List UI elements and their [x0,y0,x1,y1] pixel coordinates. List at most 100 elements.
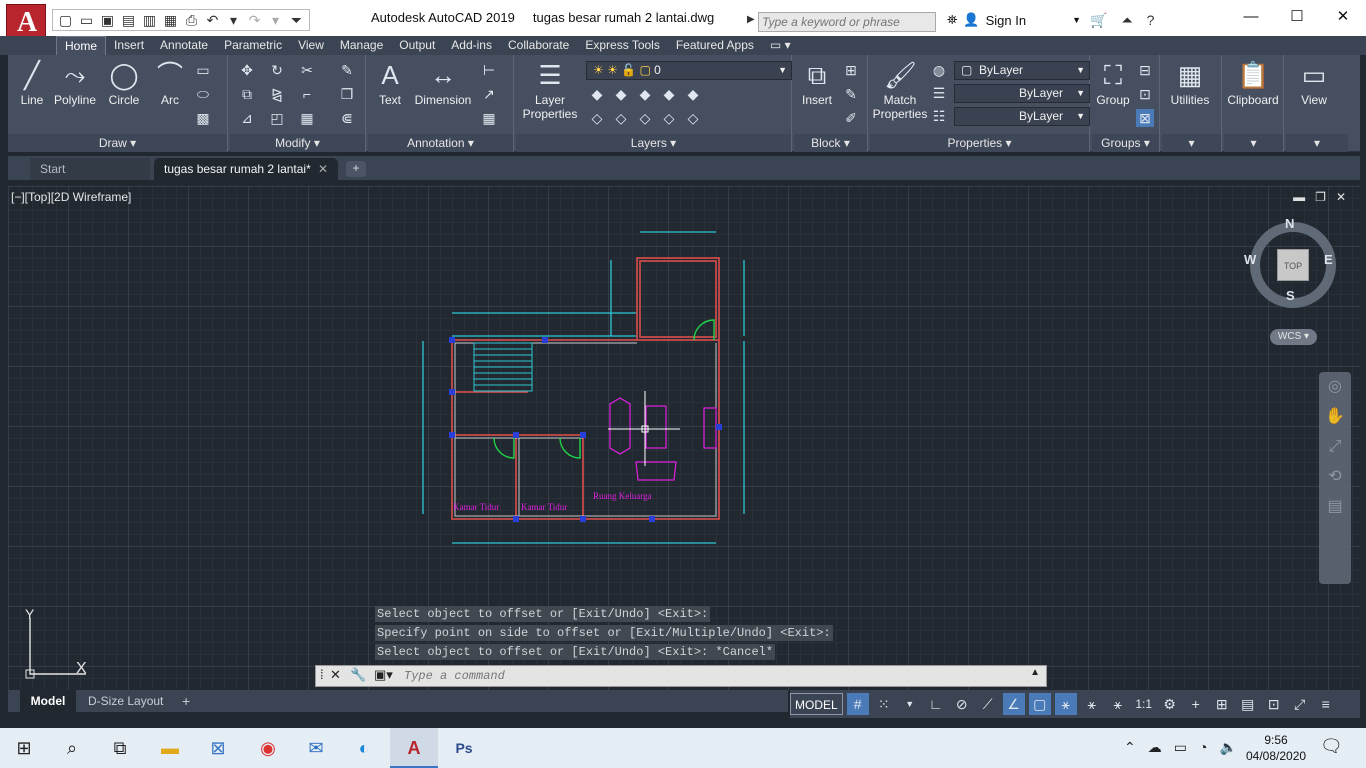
viewcube[interactable]: TOP N S W E [1244,216,1336,308]
ungroup-icon[interactable]: ⊟ [1136,61,1154,79]
layer-unlock-icon[interactable]: ◇ [660,109,678,127]
save-as-icon[interactable]: ▤ [120,12,137,28]
tab-parametric[interactable]: Parametric [216,36,290,55]
explode-icon[interactable]: ❒ [338,85,356,103]
compass-north[interactable]: N [1285,216,1294,231]
file-explorer-icon[interactable]: ▬ [146,728,194,768]
match-properties-button[interactable]: 🖌 Match Properties [872,59,928,121]
volume-icon[interactable]: 🔈 [1219,739,1236,756]
tab-express-tools[interactable]: Express Tools [577,36,667,55]
utilities-dropdown[interactable]: ▾ [1162,134,1221,152]
units-icon[interactable]: ⊞ [1211,693,1233,715]
tab-drawing[interactable]: tugas besar rumah 2 lantai* ✕ [154,158,338,180]
chrome-icon[interactable]: ◉ [244,728,292,768]
layer-unisolate-icon[interactable]: ◇ [612,109,630,127]
search-box[interactable] [758,12,936,32]
customize-qat-icon[interactable]: ⏷ [288,12,305,28]
annotation-monitor-icon[interactable]: + [1185,693,1207,715]
arc-button[interactable]: ⌒ Arc [150,59,190,107]
copy-icon[interactable]: ⧉ [238,85,256,103]
tab-add-ins[interactable]: Add-ins [443,36,500,55]
fullscreen-icon[interactable]: ⤢ [1289,693,1311,715]
tab-insert[interactable]: Insert [106,36,152,55]
ribbon-minimize-icon[interactable]: ▭ ▾ [762,36,799,55]
group-selection-icon[interactable]: ⊠ [1136,109,1154,127]
snap-dropdown-icon[interactable]: ▼ [899,693,921,715]
groups-panel-title[interactable]: Groups ▾ [1092,134,1159,152]
quick-properties-icon[interactable]: ▤ [1237,693,1259,715]
table-icon[interactable]: ▦ [480,109,498,127]
grip-handle-icon[interactable]: ⁞ [320,667,324,682]
viewport-controls[interactable]: [−][Top][2D Wireframe] [11,190,131,204]
clipboard-button[interactable]: 📋 Clipboard [1224,59,1282,107]
wrench-icon[interactable]: 🔧 [350,667,366,683]
line-button[interactable]: ╱ Line [12,59,52,107]
new-file-icon[interactable]: ▢ [57,12,74,28]
annotation-scale-value[interactable]: 1:1 [1133,693,1155,715]
draw-panel-title[interactable]: Draw ▾ [8,134,227,152]
close-icon[interactable]: ✕ [1320,0,1366,34]
group-edit-icon[interactable]: ⊡ [1136,85,1154,103]
search-icon[interactable]: ⌕ [48,728,96,768]
view-dropdown[interactable]: ▾ [1286,134,1348,152]
layers-panel-title[interactable]: Layers ▾ [516,134,791,152]
mirror-icon[interactable]: ⧎ [268,85,286,103]
polyline-button[interactable]: ⤳ Polyline [52,59,98,107]
lineweight-dropdown[interactable]: ByLayer ▼ [954,84,1090,103]
utilities-button[interactable]: ▦ Utilities [1162,59,1218,107]
new-tab-button[interactable]: + [346,161,366,177]
layer-lock-icon[interactable]: ◆ [660,85,678,103]
binoculars-icon[interactable]: ⛯ [947,12,957,28]
battery-icon[interactable]: ▭ [1174,739,1187,756]
undo-dropdown-icon[interactable]: ▾ [225,12,242,28]
layer-match-icon[interactable]: ◆ [684,85,702,103]
chevron-up-icon[interactable]: ⌃ [1124,739,1136,756]
web-mobile-icon[interactable]: ▥ [141,12,158,28]
rotate-icon[interactable]: ↻ [268,61,286,79]
tab-d-size-layout[interactable]: D-Size Layout [88,690,163,712]
compass-south[interactable]: S [1286,288,1295,303]
layer-dropdown[interactable]: ☀ ☀ 🔓 ▢ 0 ▼ [586,61,792,80]
steering-wheel-icon[interactable]: ◎ [1319,372,1351,402]
autocad-taskbar-icon[interactable]: A [390,728,438,768]
view-button[interactable]: ▭ View [1286,59,1342,107]
ortho-icon[interactable]: ∟ [925,693,947,715]
redo-icon[interactable]: ↷ [246,12,263,28]
ellipse-icon[interactable]: ⬭ [194,85,212,103]
tab-model[interactable]: Model [20,690,76,712]
circle-button[interactable]: ◯ Circle [104,59,144,107]
edge-icon[interactable]: ◐ [340,728,388,768]
grid-icon[interactable]: # [846,693,869,715]
customization-menu-icon[interactable]: ≡ [1315,693,1337,715]
maximize-icon[interactable]: ☐ [1274,0,1320,34]
mail-icon[interactable]: ✉ [292,728,340,768]
array-icon[interactable]: ▦ [298,109,316,127]
minimize-icon[interactable]: — [1228,0,1274,34]
tab-annotate[interactable]: Annotate [152,36,216,55]
workspace-gear-icon[interactable]: ⚙ [1159,693,1181,715]
layer-properties-button[interactable]: ☰ Layer Properties [522,59,578,121]
object-snap-tracking-icon[interactable]: ∠ [1002,693,1025,715]
properties-panel-title[interactable]: Properties ▾ [870,134,1089,152]
modify-panel-title[interactable]: Modify ▾ [230,134,365,152]
close-icon[interactable]: ✕ [318,158,328,180]
cloud-icon[interactable]: ☁ [1148,739,1162,756]
expand-history-icon[interactable]: ▲ [1030,667,1040,678]
insert-button[interactable]: ⧉ Insert [794,59,840,107]
layer-freeze-icon[interactable]: ◆ [636,85,654,103]
store-icon[interactable]: ⊠ [194,728,242,768]
isodraft-icon[interactable]: ⟋ [977,693,999,715]
restore-viewport-icon[interactable]: ❐ [1315,190,1326,204]
plot-icon[interactable]: ⎙ [183,12,200,28]
auto-scale-icon[interactable]: ⚹ [1081,693,1103,715]
layer-thaw-icon[interactable]: ◇ [636,109,654,127]
move-icon[interactable]: ✥ [238,61,256,79]
help-icon[interactable]: ? [1147,12,1155,29]
new-layout-button[interactable]: + [182,690,190,712]
search-expand-icon[interactable]: ▶ [747,14,755,25]
command-prompt-icon[interactable]: ▣▾ [374,667,393,683]
drawing-area[interactable]: Kamar Tidur Kamar Tidur Ruang Keluarga [… [8,186,1360,690]
tab-start[interactable]: Start [30,158,150,180]
viewcube-top-face[interactable]: TOP [1277,249,1309,281]
wifi-icon[interactable]: ◔ [1199,739,1207,756]
